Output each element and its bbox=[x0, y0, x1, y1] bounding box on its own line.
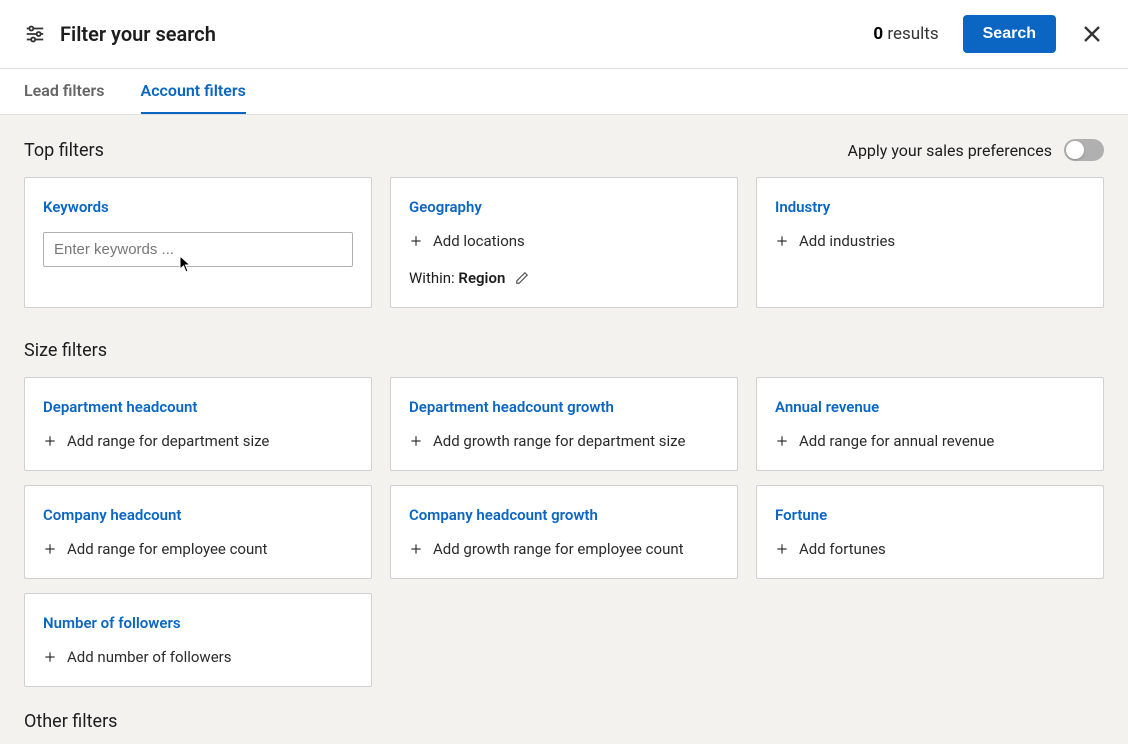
topbar: Filter your search 0 results Search bbox=[0, 0, 1128, 68]
pencil-icon[interactable] bbox=[515, 271, 529, 285]
tab-account-filters[interactable]: Account filters bbox=[141, 69, 246, 114]
sales-pref: Apply your sales preferences bbox=[848, 139, 1105, 161]
plus-icon bbox=[775, 234, 789, 248]
toggle-knob bbox=[1066, 141, 1084, 159]
add-company-growth[interactable]: Add growth range for employee count bbox=[409, 540, 719, 558]
card-title-followers: Number of followers bbox=[43, 614, 353, 632]
add-company-growth-label: Add growth range for employee count bbox=[433, 540, 684, 558]
add-dept-headcount-label: Add range for department size bbox=[67, 432, 269, 450]
card-industry: Industry Add industries bbox=[756, 177, 1104, 308]
card-annual-revenue: Annual revenue Add range for annual reve… bbox=[756, 377, 1104, 471]
add-industries[interactable]: Add industries bbox=[775, 232, 1085, 250]
card-title-keywords: Keywords bbox=[43, 198, 353, 216]
plus-icon bbox=[775, 542, 789, 556]
within-value: Region bbox=[458, 269, 505, 287]
card-title-company-growth: Company headcount growth bbox=[409, 506, 719, 524]
plus-icon bbox=[43, 650, 57, 664]
results-text: 0 results bbox=[873, 24, 938, 44]
sales-pref-label: Apply your sales preferences bbox=[848, 141, 1053, 160]
card-company-growth: Company headcount growth Add growth rang… bbox=[390, 485, 738, 579]
size-filters-row-3: Number of followers Add number of follow… bbox=[0, 589, 1128, 697]
add-dept-growth[interactable]: Add growth range for department size bbox=[409, 432, 719, 450]
card-title-dept-headcount: Department headcount bbox=[43, 398, 353, 416]
results-count: 0 bbox=[873, 24, 883, 44]
add-company-headcount-label: Add range for employee count bbox=[67, 540, 267, 558]
tab-lead-filters[interactable]: Lead filters bbox=[24, 69, 105, 114]
title-area: Filter your search bbox=[24, 22, 216, 46]
sales-pref-toggle[interactable] bbox=[1064, 139, 1104, 161]
card-title-fortune: Fortune bbox=[775, 506, 1085, 524]
add-dept-headcount[interactable]: Add range for department size bbox=[43, 432, 353, 450]
results-label: results bbox=[887, 24, 938, 44]
plus-icon bbox=[775, 434, 789, 448]
search-button[interactable]: Search bbox=[963, 15, 1056, 53]
add-locations[interactable]: Add locations bbox=[409, 232, 719, 250]
within-text: Within: Region bbox=[409, 268, 505, 287]
within-prefix: Within: bbox=[409, 269, 458, 287]
add-dept-growth-label: Add growth range for department size bbox=[433, 432, 685, 450]
add-locations-label: Add locations bbox=[433, 232, 525, 250]
topbar-right: 0 results Search bbox=[873, 15, 1104, 53]
plus-icon bbox=[43, 542, 57, 556]
card-keywords: Keywords bbox=[24, 177, 372, 308]
card-dept-growth: Department headcount growth Add growth r… bbox=[390, 377, 738, 471]
section-label-other: Other filters bbox=[0, 697, 1128, 744]
section-label-size: Size filters bbox=[0, 318, 1128, 373]
card-followers: Number of followers Add number of follow… bbox=[24, 593, 372, 687]
add-fortune[interactable]: Add fortunes bbox=[775, 540, 1085, 558]
card-title-geography: Geography bbox=[409, 198, 719, 216]
tabs: Lead filters Account filters bbox=[0, 68, 1128, 115]
card-dept-headcount: Department headcount Add range for depar… bbox=[24, 377, 372, 471]
section-top-filters-header: Top filters Apply your sales preferences bbox=[0, 115, 1128, 173]
plus-icon bbox=[43, 434, 57, 448]
page-title: Filter your search bbox=[60, 22, 216, 46]
card-title-industry: Industry bbox=[775, 198, 1085, 216]
top-filters-row: Keywords Geography Add locations Within:… bbox=[0, 173, 1128, 318]
card-company-headcount: Company headcount Add range for employee… bbox=[24, 485, 372, 579]
add-company-headcount[interactable]: Add range for employee count bbox=[43, 540, 353, 558]
card-title-dept-growth: Department headcount growth bbox=[409, 398, 719, 416]
add-followers-label: Add number of followers bbox=[67, 648, 231, 666]
section-label-top: Top filters bbox=[24, 140, 104, 161]
card-fortune: Fortune Add fortunes bbox=[756, 485, 1104, 579]
sliders-icon bbox=[24, 23, 46, 45]
card-title-annual-revenue: Annual revenue bbox=[775, 398, 1085, 416]
add-followers[interactable]: Add number of followers bbox=[43, 648, 353, 666]
plus-icon bbox=[409, 434, 423, 448]
card-title-company-headcount: Company headcount bbox=[43, 506, 353, 524]
add-fortune-label: Add fortunes bbox=[799, 540, 886, 558]
plus-icon bbox=[409, 542, 423, 556]
add-annual-revenue-label: Add range for annual revenue bbox=[799, 432, 994, 450]
add-annual-revenue[interactable]: Add range for annual revenue bbox=[775, 432, 1085, 450]
plus-icon bbox=[409, 234, 423, 248]
add-industries-label: Add industries bbox=[799, 232, 895, 250]
close-icon[interactable] bbox=[1080, 22, 1104, 46]
within-row: Within: Region bbox=[409, 268, 719, 287]
card-geography: Geography Add locations Within: Region bbox=[390, 177, 738, 308]
size-filters-row-2: Company headcount Add range for employee… bbox=[0, 481, 1128, 589]
keywords-input[interactable] bbox=[43, 232, 353, 267]
size-filters-row-1: Department headcount Add range for depar… bbox=[0, 373, 1128, 481]
